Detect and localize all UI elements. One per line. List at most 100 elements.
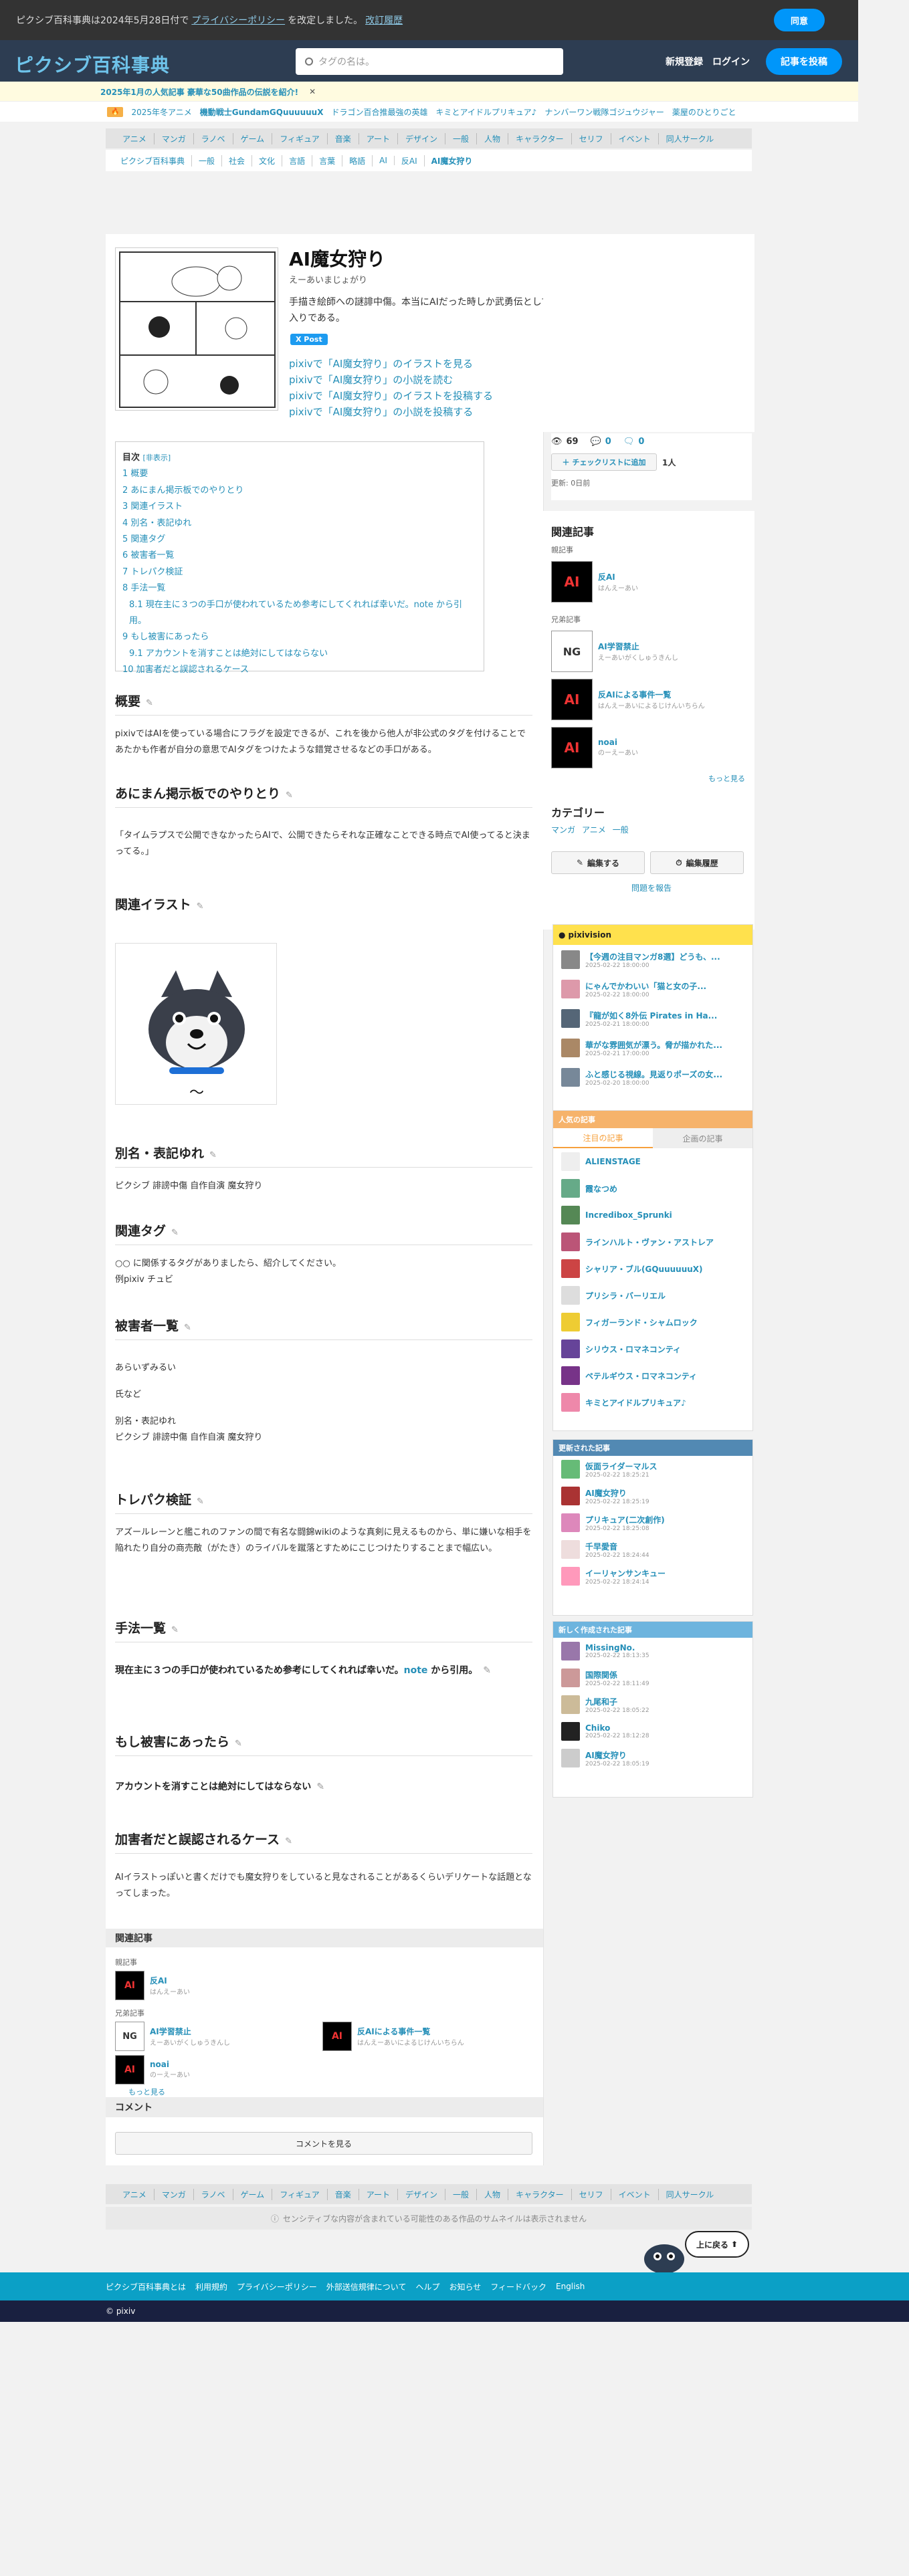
category-item[interactable]: 音楽: [328, 132, 359, 144]
toc-item[interactable]: 3 関連イラスト: [122, 499, 477, 515]
related-title[interactable]: noai: [150, 2060, 190, 2069]
popular-item-title[interactable]: ALIENSTAGE: [585, 1157, 641, 1166]
popular-item[interactable]: シリウス・ロマネコンティ: [553, 1335, 752, 1362]
related-item[interactable]: NG AI学習禁止 えーあいがくしゅうきんし: [115, 2021, 296, 2052]
category-item[interactable]: フィギュア: [272, 132, 328, 144]
toc-item[interactable]: 7 トレパク検証: [122, 564, 477, 580]
related-item[interactable]: AI 反AI はんえーあい: [551, 560, 752, 603]
toc-item[interactable]: 1 概要: [122, 466, 477, 482]
agree-button[interactable]: 同意: [774, 9, 825, 31]
updated-item-title[interactable]: イーリャンサンキュー: [585, 1568, 666, 1579]
category-item[interactable]: 同人サークル: [659, 2189, 722, 2200]
category-item[interactable]: デザイン: [398, 2188, 446, 2200]
newest-item[interactable]: MissingNo. 2025-02-22 18:13:35: [553, 1638, 752, 1665]
back-to-top-button[interactable]: 上に戻る ⬆: [685, 2231, 749, 2258]
breadcrumb-item[interactable]: 略語: [342, 154, 373, 167]
popular-item-title[interactable]: ラインハルト・ヴァン・アストレア: [585, 1237, 714, 1248]
toc-item[interactable]: 9.1 アカウントを消すことは絶対にしてはならない: [122, 646, 477, 662]
related-title[interactable]: AI学習禁止: [598, 641, 678, 652]
breadcrumb-item[interactable]: 社会: [222, 154, 253, 167]
edit-pencil-icon[interactable]: ✎: [171, 1228, 179, 1238]
edit-pencil-icon[interactable]: ✎: [209, 1150, 217, 1160]
toc-item[interactable]: 8 手法一覧: [122, 580, 477, 597]
popular-item[interactable]: キミとアイドルプリキュア♪: [553, 1389, 752, 1416]
pixivision-item[interactable]: にゃんでかわいい「猫と女の子... 2025-02-22 18:00:00: [553, 974, 752, 1004]
breadcrumb-item[interactable]: 反AI: [395, 154, 425, 167]
newest-item[interactable]: AI魔女狩り 2025-02-22 18:05:19: [553, 1745, 752, 1772]
pixiv-novel-post-link[interactable]: pixivで「AI魔女狩り」の小説を投稿する: [289, 404, 493, 420]
toc-item[interactable]: 9 もし被害にあったら: [122, 629, 477, 645]
hot-tag[interactable]: ドラゴン百合推最強の英雄: [331, 106, 427, 118]
report-link[interactable]: 問題を報告: [551, 882, 752, 893]
related-title[interactable]: 反AI: [598, 571, 638, 582]
newest-item-title[interactable]: Chiko: [585, 1723, 649, 1733]
newest-item[interactable]: Chiko 2025-02-22 18:12:28: [553, 1718, 752, 1745]
note-link[interactable]: note: [404, 1665, 428, 1676]
footer-link[interactable]: 利用規約: [195, 2281, 227, 2292]
category-item[interactable]: アート: [359, 132, 399, 144]
popular-item-title[interactable]: キミとアイドルプリキュア♪: [585, 1397, 686, 1408]
edit-pencil-icon[interactable]: ✎: [184, 1323, 192, 1333]
newest-item-title[interactable]: MissingNo.: [585, 1643, 649, 1652]
post-article-button[interactable]: 記事を投稿: [766, 48, 842, 75]
newest-item-title[interactable]: 国際関係: [585, 1669, 649, 1681]
more-link[interactable]: もっと見る: [551, 773, 752, 784]
pixivision-item[interactable]: 華がな雰囲気が漂う。脅が描かれた... 2025-02-21 17:00:00: [553, 1033, 752, 1063]
related-item[interactable]: NG AI学習禁止 えーあいがくしゅうきんし: [551, 630, 752, 673]
edit-pencil-icon[interactable]: ✎: [197, 1497, 205, 1507]
category-item[interactable]: 一般: [445, 132, 478, 144]
revision-history-link[interactable]: 改訂履歴: [365, 13, 403, 27]
updated-item[interactable]: 仮面ライダーマルス 2025-02-22 18:25:21: [553, 1456, 752, 1483]
footer-link[interactable]: ヘルプ: [415, 2281, 439, 2292]
pixiv-illust-post-link[interactable]: pixivで「AI魔女狩り」のイラストを投稿する: [289, 388, 493, 404]
popular-item-title[interactable]: フィガーランド・シャムロック: [585, 1317, 698, 1328]
category-item[interactable]: イベント: [611, 132, 659, 144]
related-title[interactable]: 反AIによる事件一覧: [357, 2026, 464, 2037]
pixiv-illust-view-link[interactable]: pixivで「AI魔女狩り」のイラストを見る: [289, 356, 493, 372]
pixivision-item[interactable]: 【今週の注目マンガ8選】どうも、... 2025-02-22 18:00:00: [553, 945, 752, 974]
announcement-link[interactable]: 2025年1月の人気記事 豪華な50曲作品の伝説を紹介!: [100, 86, 298, 98]
popular-item[interactable]: ALIENSTAGE: [553, 1148, 752, 1175]
popular-item[interactable]: ラインハルト・ヴァン・アストレア: [553, 1228, 752, 1255]
category-item[interactable]: アート: [359, 2188, 399, 2200]
reply-count[interactable]: 0: [638, 437, 644, 447]
category-item[interactable]: ラノベ: [194, 2188, 233, 2200]
hot-tag[interactable]: ナンバーワン戦隊ゴジュウジャー: [544, 106, 664, 118]
updated-item-title[interactable]: 仮面ライダーマルス: [585, 1461, 658, 1472]
related-title[interactable]: noai: [598, 738, 638, 747]
popular-item[interactable]: 霞なつめ: [553, 1175, 752, 1202]
category-item[interactable]: デザイン: [398, 132, 446, 144]
pixivision-item-title[interactable]: 【今週の注目マンガ8選】どうも、...: [585, 951, 720, 962]
pixivision-item-title[interactable]: 『龍が如く8外伝 Pirates in Ha...: [585, 1010, 717, 1021]
popular-item-title[interactable]: プリシラ・バーリエル: [585, 1290, 666, 1301]
updated-item-title[interactable]: プリキュア(二次創作): [585, 1514, 665, 1525]
breadcrumb-item[interactable]: 一般: [192, 154, 223, 167]
category-link[interactable]: マンガ: [551, 824, 575, 835]
pixivision-item-title[interactable]: 華がな雰囲気が漂う。脅が描かれた...: [585, 1039, 722, 1051]
popular-item[interactable]: フィガーランド・シャムロック: [553, 1309, 752, 1335]
related-illustration[interactable]: 〜: [115, 943, 277, 1105]
toc-item[interactable]: 2 あにまん掲示板でのやりとり: [122, 483, 477, 499]
category-item[interactable]: 音楽: [328, 2188, 359, 2200]
edit-pencil-icon[interactable]: ✎: [316, 1782, 324, 1792]
category-item[interactable]: 同人サークル: [659, 133, 722, 144]
newest-item[interactable]: 九尾和子 2025-02-22 18:05:22: [553, 1691, 752, 1718]
related-title[interactable]: AI学習禁止: [150, 2026, 230, 2037]
pixiv-novel-read-link[interactable]: pixivで「AI魔女狩り」の小説を読む: [289, 372, 493, 388]
updated-item[interactable]: プリキュア(二次創作) 2025-02-22 18:25:08: [553, 1509, 752, 1536]
edit-pencil-icon[interactable]: ✎: [235, 1739, 243, 1749]
popular-item-title[interactable]: ペテルギウス・ロマネコンティ: [585, 1370, 697, 1382]
newest-item-title[interactable]: AI魔女狩り: [585, 1749, 649, 1761]
category-item[interactable]: セリフ: [572, 2188, 611, 2200]
related-item[interactable]: AI 反AIによる事件一覧 はんえーあいによるじけんいちらん: [551, 678, 752, 721]
category-item[interactable]: 人物: [477, 2188, 509, 2200]
category-item[interactable]: キャラクター: [508, 132, 572, 144]
category-item[interactable]: ゲーム: [233, 2188, 273, 2200]
category-item[interactable]: イベント: [611, 2188, 659, 2200]
hot-tag[interactable]: 機動戦士GundamGQuuuuuuX: [200, 106, 324, 118]
breadcrumb-item[interactable]: AI: [373, 156, 395, 165]
x-post-button[interactable]: X Post: [290, 334, 328, 345]
updated-item-title[interactable]: 千早愛音: [585, 1541, 649, 1552]
hot-tag[interactable]: キミとアイドルプリキュア♪: [435, 106, 536, 118]
pixivision-item[interactable]: ふと感じる視線。見返りポーズの女... 2025-02-20 18:00:00: [553, 1063, 752, 1092]
